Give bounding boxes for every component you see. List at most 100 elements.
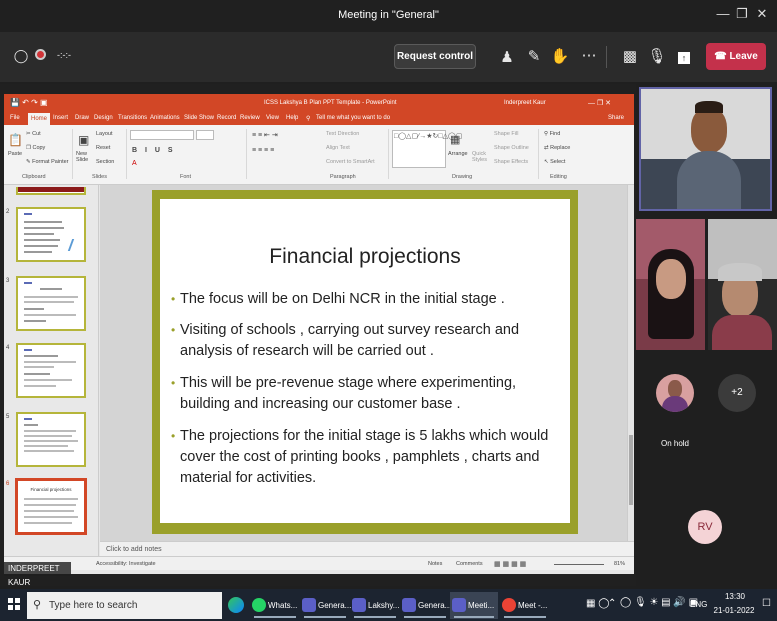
quick-styles-button[interactable]: Quick Styles xyxy=(472,151,488,163)
slide-bullet-1[interactable]: • The focus will be on Delhi NCR in the … xyxy=(171,289,560,310)
maximize-icon[interactable]: ❐ xyxy=(731,6,753,22)
language-indicator[interactable]: ENG xyxy=(690,600,707,609)
share-button[interactable]: Share xyxy=(608,115,624,121)
raise-hand-icon[interactable]: ✋ xyxy=(549,47,571,65)
new-slide-button[interactable]: New Slide xyxy=(76,151,94,163)
current-slide[interactable]: Financial projections • The focus will b… xyxy=(152,190,578,534)
thumbnail-slide-5[interactable] xyxy=(16,412,86,467)
slide-title[interactable]: Financial projections xyxy=(160,245,570,269)
align-text-button[interactable]: Align Text xyxy=(326,145,350,151)
tab-insert[interactable]: Insert xyxy=(53,115,68,121)
taskbar-app-meet[interactable]: Meet -... xyxy=(500,592,550,619)
thumbnail-slide-4[interactable] xyxy=(16,343,86,398)
tab-slide-show[interactable]: Slide Show xyxy=(184,115,214,121)
layout-button[interactable]: Layout xyxy=(96,131,113,137)
bullet-line: analysis of research will be carried out… xyxy=(180,343,434,359)
tell-me-search[interactable]: Tell me what you want to do xyxy=(316,115,390,121)
copy-button[interactable]: ❐ Copy xyxy=(26,145,45,151)
find-button[interactable]: ⚲ Find xyxy=(544,131,560,137)
arrange-button[interactable]: Arrange xyxy=(448,151,468,157)
clock-time[interactable]: 13:30 xyxy=(715,592,755,601)
notes-pane[interactable]: Click to add notes xyxy=(100,541,634,556)
tab-home[interactable]: Home xyxy=(28,113,51,125)
chat-icon[interactable]: ✎ xyxy=(523,47,545,65)
align-icons[interactable]: ≡ ≡ ≡ ≡ xyxy=(252,147,274,154)
accessibility-status[interactable]: Accessibility: Investigate xyxy=(96,561,156,567)
thumbnail-slide-2[interactable] xyxy=(16,207,86,262)
participant-video-3[interactable] xyxy=(708,219,777,350)
taskbar-search-box[interactable]: ⚲ Type here to search xyxy=(27,592,222,619)
arrange-icon[interactable]: ▦ xyxy=(450,133,460,146)
show-hidden-icons[interactable]: ⌃ xyxy=(608,598,616,609)
shape-outline-button[interactable]: Shape Outline xyxy=(494,145,529,151)
new-slide-icon[interactable]: ▣ xyxy=(78,133,89,147)
text-direction-button[interactable]: Text Direction xyxy=(326,131,359,137)
font-color-icon[interactable]: A xyxy=(132,160,137,167)
tab-design[interactable]: Design xyxy=(94,115,113,121)
canvas-scrollbar[interactable] xyxy=(627,185,634,541)
shape-fill-button[interactable]: Shape Fill xyxy=(494,131,518,137)
taskbar-app-teams-general-1[interactable]: Genera... xyxy=(300,592,351,619)
format-painter-button[interactable]: ✎ Format Painter xyxy=(26,159,69,165)
zoom-level[interactable]: 81% xyxy=(614,561,625,567)
notifications-icon[interactable]: ☐ xyxy=(762,598,771,609)
paste-icon[interactable]: 📋 xyxy=(8,133,23,147)
quick-access-icons[interactable]: 💾 ↶ ↷ ▣ xyxy=(10,98,48,107)
tab-record[interactable]: Record xyxy=(217,115,236,121)
taskbar-app-lakshya[interactable]: Lakshy... xyxy=(350,592,400,619)
tray-icons[interactable]: ▦ ◯ xyxy=(586,598,609,609)
tab-help[interactable]: Help xyxy=(286,115,298,121)
close-icon[interactable]: ✕ xyxy=(751,6,773,22)
slide-bullet-3[interactable]: • This will be pre-revenue stage where e… xyxy=(171,373,560,415)
tab-review[interactable]: Review xyxy=(240,115,260,121)
font-size-select[interactable] xyxy=(196,130,214,140)
slide-thumbnails-pane[interactable]: 2 3 4 5 6 Financial projections xyxy=(4,185,99,556)
slide-bullet-4[interactable]: • The projections for the initial stage … xyxy=(171,426,560,489)
taskbar-app-teams-general-2[interactable]: Genera... xyxy=(400,592,451,619)
ppt-window-controls[interactable]: — ❐ ✕ xyxy=(588,99,611,107)
section-button[interactable]: Section xyxy=(96,159,114,165)
camera-off-icon[interactable]: ▩ xyxy=(619,47,641,65)
zoom-slider[interactable] xyxy=(554,564,604,565)
taskbar-app-meeting[interactable]: Meeti... xyxy=(450,592,498,619)
tab-animations[interactable]: Animations xyxy=(150,115,180,121)
self-avatar[interactable]: RV xyxy=(688,510,722,544)
mic-off-icon[interactable]: 🎙 xyxy=(646,47,668,65)
windows-start-icon[interactable] xyxy=(8,598,20,610)
request-control-button[interactable]: Request control xyxy=(394,44,476,69)
comments-toggle[interactable]: Comments xyxy=(456,561,483,567)
notes-toggle[interactable]: Notes xyxy=(428,561,442,567)
tab-draw[interactable]: Draw xyxy=(75,115,89,121)
cut-button[interactable]: ✂ Cut xyxy=(26,131,41,137)
font-format-icons[interactable]: B I U S xyxy=(132,147,176,154)
more-participants-badge[interactable]: +2 xyxy=(718,374,756,412)
participant-video-1[interactable] xyxy=(639,87,772,211)
edge-browser-icon[interactable] xyxy=(228,597,244,613)
thumbnail-slide-3[interactable] xyxy=(16,276,86,331)
list-icons[interactable]: ≡ ≡ ⇤ ⇥ xyxy=(252,131,278,139)
tab-view[interactable]: View xyxy=(266,115,279,121)
shapes-gallery[interactable]: □◯△▢∕→★↻□△◯▢ xyxy=(392,130,462,168)
thumbnail-slide-1-partial[interactable] xyxy=(16,187,86,195)
tray-system-icons[interactable]: ◯ 🎙 ☀ ▤ 🔊 ▣ xyxy=(620,597,698,608)
clock-date[interactable]: 21-01-2022 xyxy=(709,606,759,615)
on-hold-avatar[interactable] xyxy=(656,374,694,412)
people-icon[interactable]: ♟ xyxy=(496,48,518,66)
share-tray-icon[interactable]: ↑ xyxy=(673,48,695,65)
font-family-select[interactable] xyxy=(130,130,194,140)
shape-effects-button[interactable]: Shape Effects xyxy=(494,159,528,165)
view-buttons[interactable]: ▦ ▦ ▦ ▦ xyxy=(494,560,526,568)
replace-button[interactable]: ⇄ Replace xyxy=(544,145,570,151)
leave-button[interactable]: ☎ Leave xyxy=(706,43,766,70)
select-button[interactable]: ↖ Select xyxy=(544,159,565,165)
participant-video-2[interactable] xyxy=(636,219,705,350)
reset-button[interactable]: Reset xyxy=(96,145,110,151)
more-options-icon[interactable]: ⋯ xyxy=(578,46,600,64)
slide-bullet-2[interactable]: • Visiting of schools , carrying out sur… xyxy=(171,320,560,362)
tab-transitions[interactable]: Transitions xyxy=(118,115,147,121)
paste-button[interactable]: Paste xyxy=(8,151,22,157)
thumbnail-slide-6[interactable]: Financial projections xyxy=(15,478,87,535)
convert-smartart-button[interactable]: Convert to SmartArt xyxy=(326,159,375,165)
tab-file[interactable]: File xyxy=(10,115,20,121)
taskbar-app-whatsapp[interactable]: Whats... xyxy=(250,592,300,619)
